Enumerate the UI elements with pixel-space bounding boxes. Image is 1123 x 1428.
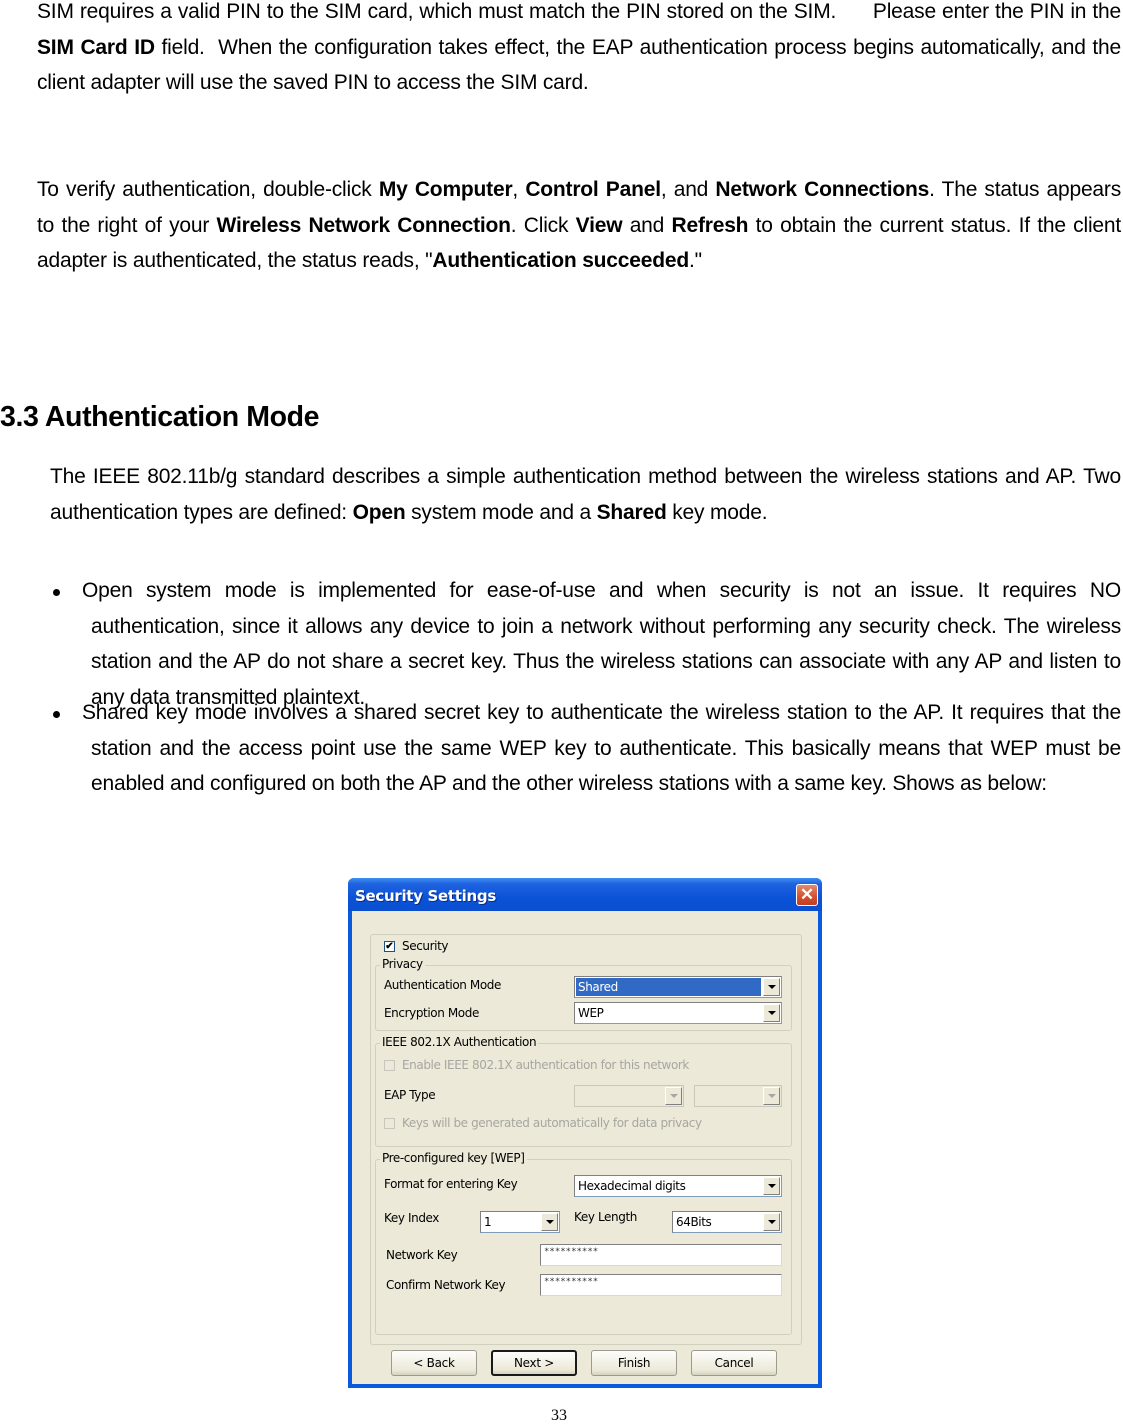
section-heading: 3.3 Authentication Mode — [0, 401, 320, 433]
format-select[interactable]: Hexadecimal digits — [574, 1175, 782, 1197]
auth-mode-label: Authentication Mode — [384, 978, 501, 992]
enable-8021x-checkbox[interactable] — [384, 1060, 395, 1071]
ieee8021x-legend: IEEE 802.1X Authentication — [380, 1035, 539, 1049]
eap-type-select[interactable] — [574, 1085, 684, 1107]
format-label: Format for entering Key — [384, 1177, 518, 1191]
chevron-down-icon[interactable] — [541, 1213, 558, 1231]
eap-type-label: EAP Type — [384, 1088, 436, 1102]
security-checkbox-label: Security — [402, 939, 449, 953]
bullet-open-system: Open system mode is implemented for ease… — [50, 573, 1121, 715]
dialog-client-area: ✔ Security Privacy Authentication Mode S… — [352, 911, 818, 1384]
bullet-icon — [53, 711, 60, 718]
network-key-input[interactable]: ********** — [540, 1244, 782, 1266]
encryption-mode-select[interactable]: WEP — [574, 1002, 782, 1024]
network-key-label: Network Key — [386, 1248, 458, 1262]
paragraph-verify-authentication: To verify authentication, double-click M… — [37, 178, 1121, 272]
eap-subtype-select[interactable] — [694, 1085, 782, 1107]
security-settings-dialog: Security Settings ✕ ✔ Security Privacy A… — [348, 878, 822, 1388]
page-number: 33 — [551, 1407, 567, 1424]
bullet-icon — [53, 589, 60, 596]
chevron-down-icon[interactable] — [763, 1177, 780, 1195]
chevron-down-icon[interactable] — [763, 1213, 780, 1231]
paragraph-sim-pin: SIM requires a valid PIN to the SIM card… — [37, 0, 1122, 94]
chevron-down-icon[interactable] — [763, 978, 780, 996]
key-length-select[interactable]: 64Bits — [672, 1211, 782, 1233]
encryption-mode-label: Encryption Mode — [384, 1006, 479, 1020]
check-icon: ✔ — [385, 941, 394, 952]
close-button[interactable]: ✕ — [796, 884, 818, 906]
cancel-button[interactable]: Cancel — [691, 1350, 777, 1376]
term-view: View — [575, 213, 623, 237]
close-icon: ✕ — [799, 885, 815, 904]
term-sim-card-id: SIM Card ID — [37, 35, 155, 59]
auth-mode-value: Shared — [576, 978, 761, 996]
term-control-panel: Control Panel — [525, 178, 661, 201]
confirm-network-key-input[interactable]: ********** — [540, 1274, 782, 1296]
key-index-select[interactable]: 1 — [480, 1211, 560, 1233]
keys-auto-checkbox[interactable] — [384, 1118, 395, 1129]
back-button[interactable]: < Back — [391, 1350, 477, 1376]
term-authentication-succeeded: Authentication succeeded — [432, 249, 689, 272]
keys-auto-label: Keys will be generated automatically for… — [402, 1116, 702, 1130]
chevron-down-icon[interactable] — [763, 1087, 780, 1105]
chevron-down-icon[interactable] — [763, 1004, 780, 1022]
security-checkbox[interactable]: ✔ — [384, 941, 395, 952]
confirm-network-key-label: Confirm Network Key — [386, 1278, 506, 1292]
wep-legend: Pre-configured key [WEP] — [380, 1151, 527, 1165]
key-index-label: Key Index — [384, 1211, 440, 1225]
privacy-legend: Privacy — [380, 957, 425, 971]
term-my-computer: My Computer — [378, 178, 513, 201]
term-shared: Shared — [596, 500, 667, 524]
dialog-titlebar[interactable]: Security Settings ✕ — [348, 878, 822, 911]
term-wireless-network-connection: Wireless Network Connection — [216, 213, 511, 237]
paragraph-auth-types: The IEEE 802.11b/g standard describes a … — [50, 465, 1121, 524]
key-index-value: 1 — [484, 1215, 492, 1229]
enable-8021x-label: Enable IEEE 802.1X authentication for th… — [402, 1058, 689, 1072]
chevron-down-icon[interactable] — [665, 1087, 682, 1105]
next-button[interactable]: Next > — [491, 1350, 577, 1376]
encryption-mode-value: WEP — [578, 1006, 604, 1020]
format-value: Hexadecimal digits — [578, 1179, 686, 1193]
finish-button[interactable]: Finish — [591, 1350, 677, 1376]
key-length-value: 64Bits — [676, 1215, 712, 1229]
term-network-connections: Network Connections — [715, 178, 930, 201]
term-open: Open — [352, 500, 406, 524]
term-refresh: Refresh — [671, 213, 749, 237]
bullet-shared-key: Shared key mode involves a shared secret… — [50, 695, 1121, 802]
auth-mode-select[interactable]: Shared — [574, 976, 782, 998]
key-length-label: Key Length — [574, 1210, 637, 1224]
dialog-title: Security Settings — [355, 887, 496, 905]
